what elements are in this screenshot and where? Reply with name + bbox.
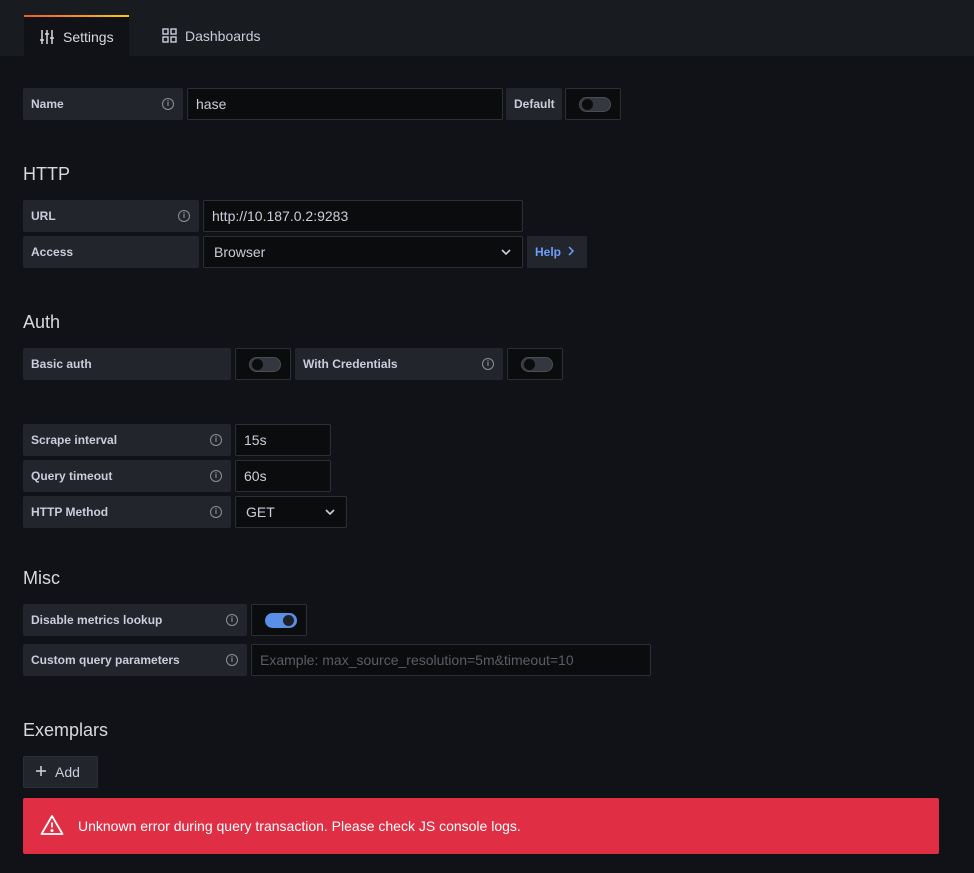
default-toggle[interactable]	[579, 97, 611, 112]
basic-auth-label: Basic auth	[23, 348, 231, 380]
info-icon[interactable]: i	[482, 358, 494, 370]
disable-metrics-label-text: Disable metrics lookup	[31, 613, 163, 627]
access-label-text: Access	[31, 245, 74, 259]
custom-params-input[interactable]: Example: max_source_resolution=5m&timeou…	[251, 644, 651, 676]
query-timeout-input[interactable]: 60s	[235, 460, 331, 492]
access-select-value: Browser	[214, 244, 266, 260]
info-icon[interactable]: i	[178, 210, 190, 222]
http-section-title: HTTP	[23, 164, 70, 184]
default-label-text: Default	[514, 97, 555, 111]
scrape-interval-value: 15s	[244, 432, 267, 448]
toggle-knob	[524, 359, 535, 370]
query-timeout-label-text: Query timeout	[31, 469, 113, 483]
help-button[interactable]: Help	[527, 236, 587, 268]
custom-params-label-text: Custom query parameters	[31, 653, 180, 667]
info-icon[interactable]: i	[162, 98, 174, 110]
exemplars-section-title: Exemplars	[23, 720, 109, 740]
http-method-label: HTTP Method i	[23, 496, 231, 528]
scrape-interval-label-text: Scrape interval	[31, 433, 118, 447]
scrape-interval-label: Scrape interval i	[23, 424, 231, 456]
basic-auth-toggle[interactable]	[249, 357, 281, 372]
auth-section-title: Auth	[23, 312, 61, 332]
default-toggle-box	[565, 88, 621, 120]
chevron-down-icon	[500, 245, 512, 262]
tab-dashboards-label: Dashboards	[185, 27, 261, 44]
info-icon[interactable]: i	[210, 434, 222, 446]
with-credentials-toggle[interactable]	[521, 357, 553, 372]
warning-triangle-icon	[40, 814, 64, 839]
info-icon[interactable]: i	[226, 654, 238, 666]
url-label: URL i	[23, 200, 199, 232]
name-label-text: Name	[31, 97, 64, 111]
disable-metrics-label: Disable metrics lookup i	[23, 604, 247, 636]
tab-dashboards[interactable]: Dashboards	[147, 15, 276, 56]
url-input[interactable]: http://10.187.0.2:9283	[203, 200, 523, 232]
name-input-value: hase	[196, 96, 227, 112]
tab-settings[interactable]: Settings	[24, 15, 129, 56]
query-timeout-label: Query timeout i	[23, 460, 231, 492]
plus-icon	[35, 764, 47, 780]
tab-settings-label: Settings	[63, 28, 114, 45]
with-credentials-label-text: With Credentials	[303, 357, 398, 371]
http-method-label-text: HTTP Method	[31, 505, 109, 519]
scrape-interval-input[interactable]: 15s	[235, 424, 331, 456]
custom-params-placeholder: Example: max_source_resolution=5m&timeou…	[260, 652, 574, 668]
basic-auth-label-text: Basic auth	[31, 357, 92, 371]
url-label-text: URL	[31, 209, 56, 223]
access-label: Access	[23, 236, 199, 268]
disable-metrics-toggle[interactable]	[265, 613, 297, 628]
default-label: Default	[506, 88, 562, 120]
chevron-right-icon	[567, 245, 575, 259]
apps-grid-icon	[162, 28, 177, 43]
info-icon[interactable]: i	[210, 506, 222, 518]
access-select[interactable]: Browser	[203, 236, 523, 268]
with-credentials-toggle-box	[507, 348, 563, 380]
info-icon[interactable]: i	[210, 470, 222, 482]
toggle-knob	[582, 99, 593, 110]
help-button-label: Help	[535, 245, 562, 259]
http-method-value: GET	[246, 504, 275, 520]
add-button-label: Add	[55, 764, 80, 780]
query-timeout-value: 60s	[244, 468, 267, 484]
sliders-icon	[39, 29, 55, 45]
misc-section-title: Misc	[23, 568, 60, 588]
custom-params-label: Custom query parameters i	[23, 644, 247, 676]
url-input-value: http://10.187.0.2:9283	[212, 208, 349, 224]
basic-auth-toggle-box	[235, 348, 291, 380]
http-method-select[interactable]: GET	[235, 496, 347, 528]
name-label: Name i	[23, 88, 183, 120]
info-icon[interactable]: i	[226, 614, 238, 626]
toggle-knob	[252, 359, 263, 370]
disable-metrics-toggle-box	[251, 604, 307, 636]
tab-bar: Settings Dashboards	[0, 0, 974, 56]
add-exemplar-button[interactable]: Add	[23, 756, 98, 788]
toggle-knob	[283, 615, 294, 626]
chevron-down-icon	[324, 505, 336, 522]
with-credentials-label: With Credentials i	[295, 348, 503, 380]
error-alert-message: Unknown error during query transaction. …	[78, 818, 521, 834]
error-alert: Unknown error during query transaction. …	[23, 798, 939, 854]
name-input[interactable]: hase	[187, 88, 503, 120]
